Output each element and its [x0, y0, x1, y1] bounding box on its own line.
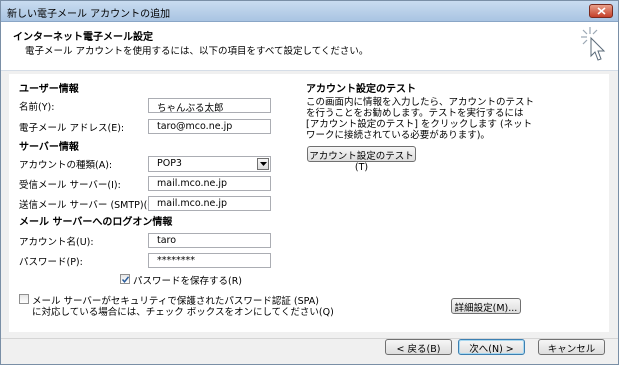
email-field[interactable]: taro@mco.ne.jp [148, 119, 271, 134]
outgoing-server-label: 送信メール サーバー (SMTP)(O): [19, 200, 162, 211]
add-account-dialog: 新しい電子メール アカウントの追加 インターネット電子メール設定 電子メール ア… [0, 0, 619, 365]
name-label: 名前(Y): [19, 102, 55, 113]
test-heading: アカウント設定のテスト [306, 84, 416, 95]
account-name-label: アカウント名(U): [19, 237, 94, 248]
settings-panel: ユーザー情報 名前(Y): ちゃんぷる太郎 電子メール アドレス(E): tar… [9, 74, 609, 332]
spa-checkbox[interactable] [19, 294, 29, 304]
checkmark-icon [121, 276, 130, 283]
next-button[interactable]: 次へ(N) > [458, 339, 525, 355]
account-type-label: アカウントの種類(A): [19, 160, 113, 171]
close-button[interactable] [589, 4, 613, 18]
page-title: インターネット電子メール設定 [13, 32, 153, 43]
account-type-select[interactable]: POP3 [148, 156, 271, 172]
page-subtitle: 電子メール アカウントを使用するには、以下の項目をすべて設定してください。 [25, 46, 369, 57]
save-password-checkbox[interactable] [120, 274, 130, 284]
title-bar[interactable]: 新しい電子メール アカウントの追加 [1, 1, 618, 22]
cancel-button[interactable]: キャンセル [538, 339, 605, 355]
incoming-server-label: 受信メール サーバー(I): [19, 180, 121, 191]
footer-divider [1, 338, 618, 339]
outgoing-server-field[interactable]: mail.mco.ne.jp [148, 196, 271, 211]
chevron-down-icon [260, 162, 267, 166]
name-field[interactable]: ちゃんぷる太郎 [148, 98, 271, 114]
save-password-label[interactable]: パスワードを保存する(R) [133, 273, 242, 287]
password-field[interactable]: ******** [148, 253, 271, 268]
more-settings-button[interactable]: 詳細設定(M)... [451, 298, 521, 314]
incoming-server-field[interactable]: mail.mco.ne.jp [148, 176, 271, 191]
wizard-header: インターネット電子メール設定 電子メール アカウントを使用するには、以下の項目を… [1, 22, 618, 71]
spa-label-line2[interactable]: に対応している場合には、チェック ボックスをオンにしてください(Q) [32, 304, 334, 318]
email-label: 電子メール アドレス(E): [19, 123, 125, 134]
back-button[interactable]: < 戻る(B) [385, 339, 452, 355]
dropdown-button[interactable] [257, 158, 269, 170]
account-type-value: POP3 [157, 158, 182, 169]
user-info-heading: ユーザー情報 [19, 84, 79, 95]
logon-info-heading: メール サーバーへのログオン情報 [19, 217, 173, 228]
password-label: パスワード(P): [19, 257, 83, 268]
cursor-sparkle-icon [581, 27, 606, 61]
account-name-field[interactable]: taro [148, 233, 271, 248]
test-description: この画面内に情報を入力したら、アカウントのテストを行うことをお勧めします。テスト… [306, 97, 535, 141]
window-title: 新しい電子メール アカウントの追加 [7, 9, 171, 20]
close-icon [597, 7, 606, 15]
test-account-button[interactable]: アカウント設定のテスト(T) [307, 146, 416, 173]
server-info-heading: サーバー情報 [19, 142, 79, 153]
